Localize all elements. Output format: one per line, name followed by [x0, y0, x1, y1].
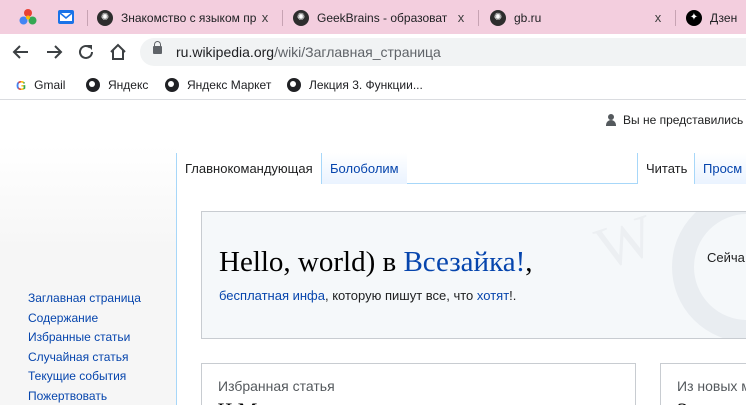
close-tab-icon[interactable]: x	[453, 10, 469, 25]
bookmark-label: Яндекс	[108, 78, 149, 92]
bookmark-yandex-market[interactable]: Яндекс Маркет	[165, 76, 271, 94]
user-status-label: Вы не представились	[623, 113, 744, 127]
tab-view-source[interactable]: Просм	[694, 153, 746, 184]
globe-icon	[86, 78, 100, 92]
tab-separator	[87, 10, 88, 26]
globe-icon	[165, 78, 179, 92]
card-title[interactable]: З	[677, 398, 688, 405]
sidebar-nav: Заглавная страница Содержание Избранные …	[28, 289, 141, 405]
close-tab-icon[interactable]: x	[650, 10, 666, 25]
arrow-right-icon	[47, 45, 63, 59]
welcome-title: Hello, world) в Всезайка!,	[219, 246, 533, 279]
subtitle-text: , которую пишут все, что	[324, 288, 477, 303]
user-status[interactable]: Вы не представились	[606, 113, 743, 127]
free-info-link[interactable]: бесплатная инфа	[219, 288, 325, 303]
google-icon: G	[16, 77, 27, 93]
sidebar-item-featured[interactable]: Избранные статьи	[28, 328, 141, 348]
tab-label: Главнокомандующая	[185, 161, 313, 176]
tab-separator	[478, 10, 479, 26]
forward-button[interactable]	[42, 40, 66, 64]
tab-title: gb.ru	[514, 10, 542, 25]
user-icon	[606, 114, 616, 126]
wiki-page: Вы не представились Главнокомандующая Бо…	[0, 101, 746, 405]
want-link[interactable]: хотят	[477, 288, 509, 303]
bookmark-yandex[interactable]: Яндекс	[86, 76, 148, 94]
mail-icon	[58, 10, 74, 24]
browser-tab-4[interactable]: ✦ Дзен	[686, 5, 746, 30]
arrow-left-icon	[12, 45, 28, 59]
apps-icon	[19, 9, 37, 25]
browser-tab-2[interactable]: ✺ GeekBrains - образоват x	[293, 5, 469, 30]
tab-label: Просм	[703, 161, 743, 176]
card-title[interactable]: Ч М	[218, 398, 257, 405]
sidebar-item-donate[interactable]: Пожертвовать	[28, 387, 141, 405]
reload-button[interactable]	[74, 40, 98, 64]
browser-tab-1[interactable]: ✺ Знакомство с языком пр x	[97, 5, 273, 30]
welcome-banner: W Hello, world) в Всезайка!, бесплатная …	[201, 211, 746, 339]
bookmark-lecture[interactable]: Лекция 3. Функции...	[287, 76, 423, 94]
lock-icon	[153, 41, 162, 54]
back-button[interactable]	[9, 40, 33, 64]
welcome-subtitle: бесплатная инфа, которую пишут все, что …	[219, 288, 516, 303]
bookmark-label: Gmail	[34, 78, 66, 92]
sidebar-item-random[interactable]: Случайная статья	[28, 348, 141, 368]
zen-icon: ✦	[686, 9, 702, 26]
openai-icon: ✺	[490, 9, 506, 26]
tab-separator	[675, 10, 676, 26]
globe-icon	[287, 78, 301, 92]
browser-tab-3[interactable]: ✺ gb.ru x	[490, 5, 666, 30]
url-host: ru.wikipedia.org	[176, 44, 275, 60]
sidebar-item-current-events[interactable]: Текущие события	[28, 367, 141, 387]
tab-title: GeekBrains - образоват	[317, 10, 448, 25]
tab-title: Дзен	[710, 10, 738, 25]
content-border	[176, 153, 177, 405]
welcome-title-link[interactable]: Всезайка!	[403, 246, 525, 278]
pinned-tab-apps[interactable]	[17, 6, 39, 28]
tab-discussion[interactable]: Болоболим	[321, 153, 407, 184]
browser-tab-strip: ✺ Знакомство с языком пр x ✺ GeekBrains …	[0, 0, 746, 34]
bookmark-gmail[interactable]: G Gmail	[16, 76, 65, 94]
home-icon	[110, 43, 126, 60]
welcome-title-prefix: Hello, world) в	[219, 246, 404, 278]
browser-toolbar: ru.wikipedia.org/wiki/Заглавная_страница	[0, 34, 746, 70]
card-header: Из новых м	[677, 378, 746, 394]
reload-icon	[79, 44, 93, 59]
openai-icon: ✺	[97, 9, 113, 26]
tab-read[interactable]: Читать	[637, 153, 696, 184]
home-button[interactable]	[106, 40, 130, 64]
new-articles-card: Из новых м З	[660, 363, 746, 405]
welcome-title-suffix: ,	[525, 246, 533, 278]
tab-label: Болоболим	[330, 161, 399, 176]
sidebar-item-contents[interactable]: Содержание	[28, 309, 141, 329]
address-bar[interactable]: ru.wikipedia.org/wiki/Заглавная_страница	[140, 38, 746, 66]
card-header: Избранная статья	[218, 378, 335, 394]
sidebar-item-main-page[interactable]: Заглавная страница	[28, 289, 141, 309]
bookmark-label: Яндекс Маркет	[187, 78, 272, 92]
pinned-tab-mail[interactable]	[55, 6, 77, 28]
url-path: /wiki/Заглавная_страница	[274, 44, 441, 60]
wikipedia-globe-watermark	[672, 212, 746, 338]
wikipedia-w-watermark: W	[588, 211, 663, 283]
tab-separator	[282, 10, 283, 26]
tab-title: Знакомство с языком пр	[121, 10, 257, 25]
welcome-stats-text: Сейча	[707, 250, 745, 265]
tab-main-page[interactable]: Главнокомандующая	[177, 153, 321, 184]
bookmark-label: Лекция 3. Функции...	[309, 78, 423, 92]
subtitle-end: !.	[509, 288, 517, 303]
close-tab-icon[interactable]: x	[257, 10, 273, 25]
featured-article-card: Избранная статья Ч М	[201, 363, 636, 405]
openai-icon: ✺	[293, 9, 309, 26]
tab-label: Читать	[646, 161, 688, 176]
bookmarks-bar: G Gmail Яндекс Яндекс Маркет Лекция 3. Ф…	[0, 70, 746, 100]
